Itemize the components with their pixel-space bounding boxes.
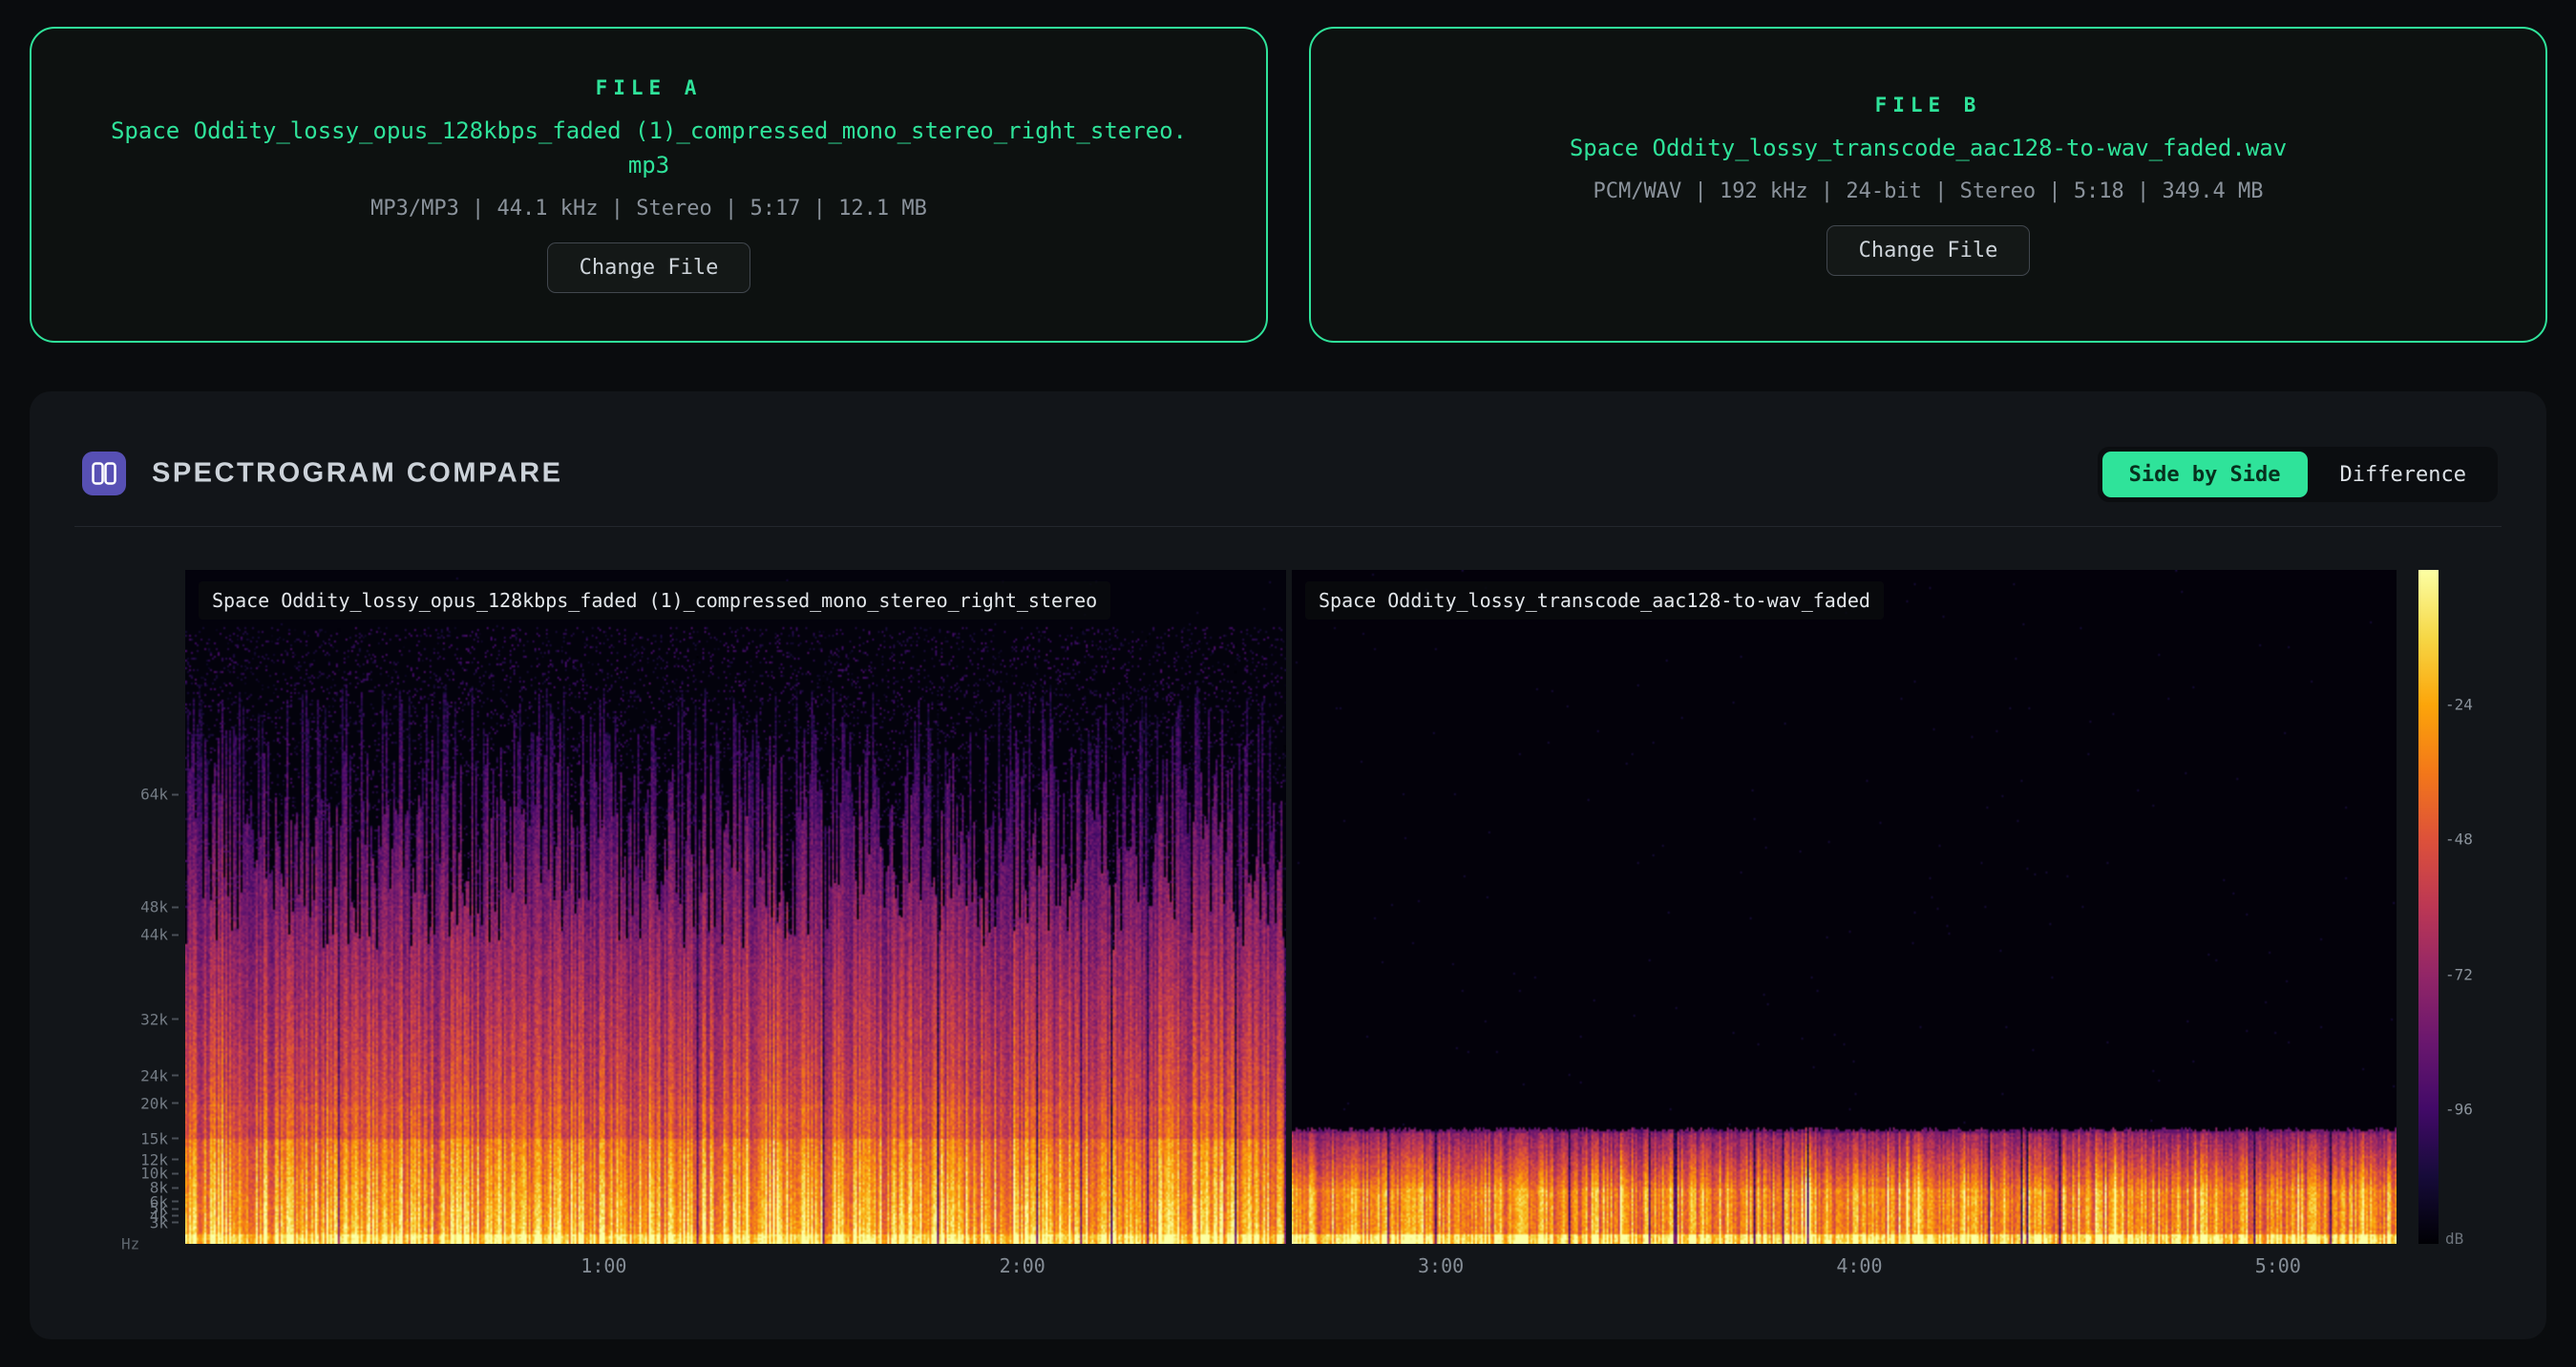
freq-axis-unit: Hz xyxy=(121,1235,139,1253)
tick-mark xyxy=(172,1019,179,1020)
file-b-filename: Space Oddity_lossy_transcode_aac128-to-w… xyxy=(1570,131,2287,165)
time-axis: 1:00 2:00 3:00 4:00 5:00 xyxy=(185,1254,2397,1283)
freq-axis-label: 15k xyxy=(140,1129,179,1147)
file-b-change-file-button[interactable]: Change File xyxy=(1826,225,2031,276)
freq-axis-label: 32k xyxy=(140,1010,179,1028)
colorbar xyxy=(2418,570,2439,1244)
tick-mark xyxy=(172,1103,179,1104)
time-axis-label: 1:00 xyxy=(581,1254,626,1277)
spectrogram-b-plot: Space Oddity_lossy_transcode_aac128-to-w… xyxy=(1292,570,2397,1244)
colorbar-label: -48 xyxy=(2445,831,2473,849)
file-b-card: FILE B Space Oddity_lossy_transcode_aac1… xyxy=(1309,27,2547,343)
spectrogram-a-title: Space Oddity_lossy_opus_128kbps_faded (1… xyxy=(199,581,1110,620)
time-axis-label: 5:00 xyxy=(2255,1254,2301,1277)
freq-axis: 64k 48k 44k 32k 24k 20k xyxy=(30,570,179,1244)
tick-mark xyxy=(172,1187,179,1188)
spectrogram-compare-panel: SPECTROGRAM COMPARE Side by SideDifferen… xyxy=(30,391,2546,1339)
colorbar-label: -72 xyxy=(2445,965,2473,983)
time-axis-label: 3:00 xyxy=(1418,1254,1464,1277)
freq-axis-label: 48k xyxy=(140,898,179,916)
freq-axis-label: 64k xyxy=(140,786,179,804)
tick-mark xyxy=(172,1138,179,1140)
freq-axis-label: 44k xyxy=(140,926,179,944)
tick-mark xyxy=(172,1159,179,1161)
colorbar-unit: dB xyxy=(2445,1230,2463,1248)
tick-mark xyxy=(172,934,179,936)
file-a-filename: Space Oddity_lossy_opus_128kbps_faded (1… xyxy=(105,114,1193,182)
freq-axis-label: 3k xyxy=(150,1213,179,1231)
section-title: SPECTROGRAM COMPARE xyxy=(152,458,562,490)
freq-axis-label: 24k xyxy=(140,1066,179,1084)
spectrogram-b-canvas xyxy=(1292,570,2397,1244)
file-a-meta: MP3/MP3 | 44.1 kHz | Stereo | 5:17 | 12.… xyxy=(370,197,927,221)
file-b-label: FILE B xyxy=(1875,94,1982,116)
view-mode-toggle: Side by SideDifference xyxy=(2098,447,2498,502)
spectrogram-a-canvas xyxy=(185,570,1286,1244)
tick-mark xyxy=(172,906,179,908)
colorbar-labels: -24 -48 -72 -96 xyxy=(2445,570,2512,1244)
view-mode-button[interactable]: Side by Side xyxy=(2102,452,2308,497)
file-a-change-file-button[interactable]: Change File xyxy=(547,242,751,293)
spectrogram-a-plot: Space Oddity_lossy_opus_128kbps_faded (1… xyxy=(185,570,1286,1244)
view-mode-button[interactable]: Difference xyxy=(2313,452,2493,497)
file-b-meta: PCM/WAV | 192 kHz | 24-bit | Stereo | 5:… xyxy=(1594,179,2264,203)
tick-mark xyxy=(172,1075,179,1077)
colorbar-label: -96 xyxy=(2445,1100,2473,1118)
file-a-card: FILE A Space Oddity_lossy_opus_128kbps_f… xyxy=(30,27,1268,343)
header-divider xyxy=(74,526,2502,527)
time-axis-label: 2:00 xyxy=(1000,1254,1045,1277)
colorbar-label: -24 xyxy=(2445,696,2473,714)
tick-mark xyxy=(172,1222,179,1224)
file-a-label: FILE A xyxy=(596,76,703,99)
tick-mark xyxy=(172,793,179,795)
freq-axis-label: 20k xyxy=(140,1094,179,1112)
time-axis-label: 4:00 xyxy=(1836,1254,1882,1277)
tick-mark xyxy=(172,1172,179,1174)
spectrogram-b-title: Space Oddity_lossy_transcode_aac128-to-w… xyxy=(1305,581,1884,620)
split-view-icon xyxy=(82,452,126,495)
